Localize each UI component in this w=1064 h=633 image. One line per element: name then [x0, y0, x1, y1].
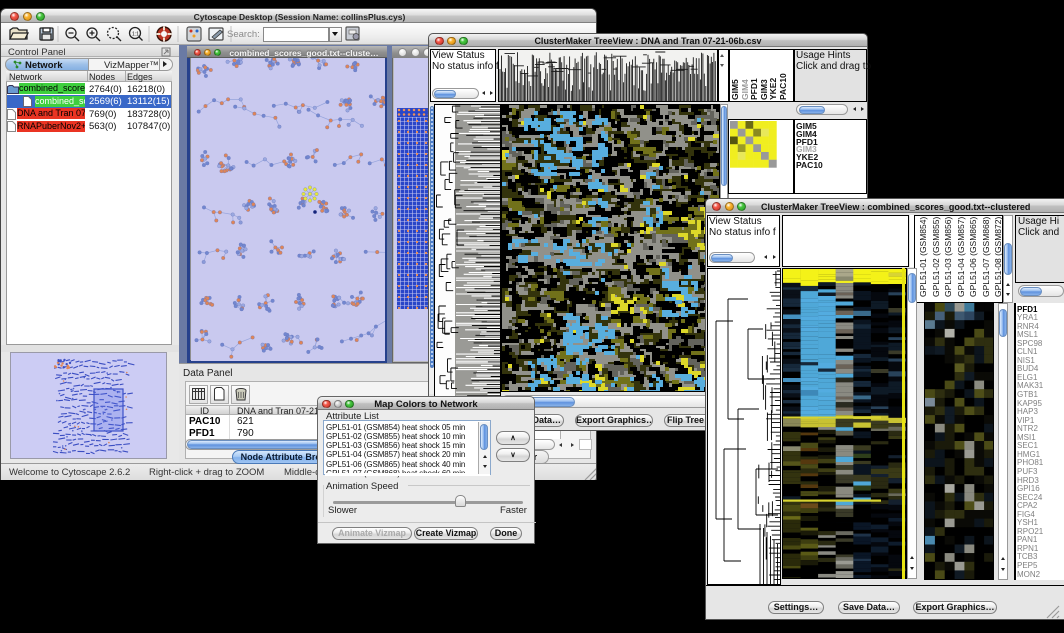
svg-text:1:1: 1:1 [132, 32, 139, 38]
